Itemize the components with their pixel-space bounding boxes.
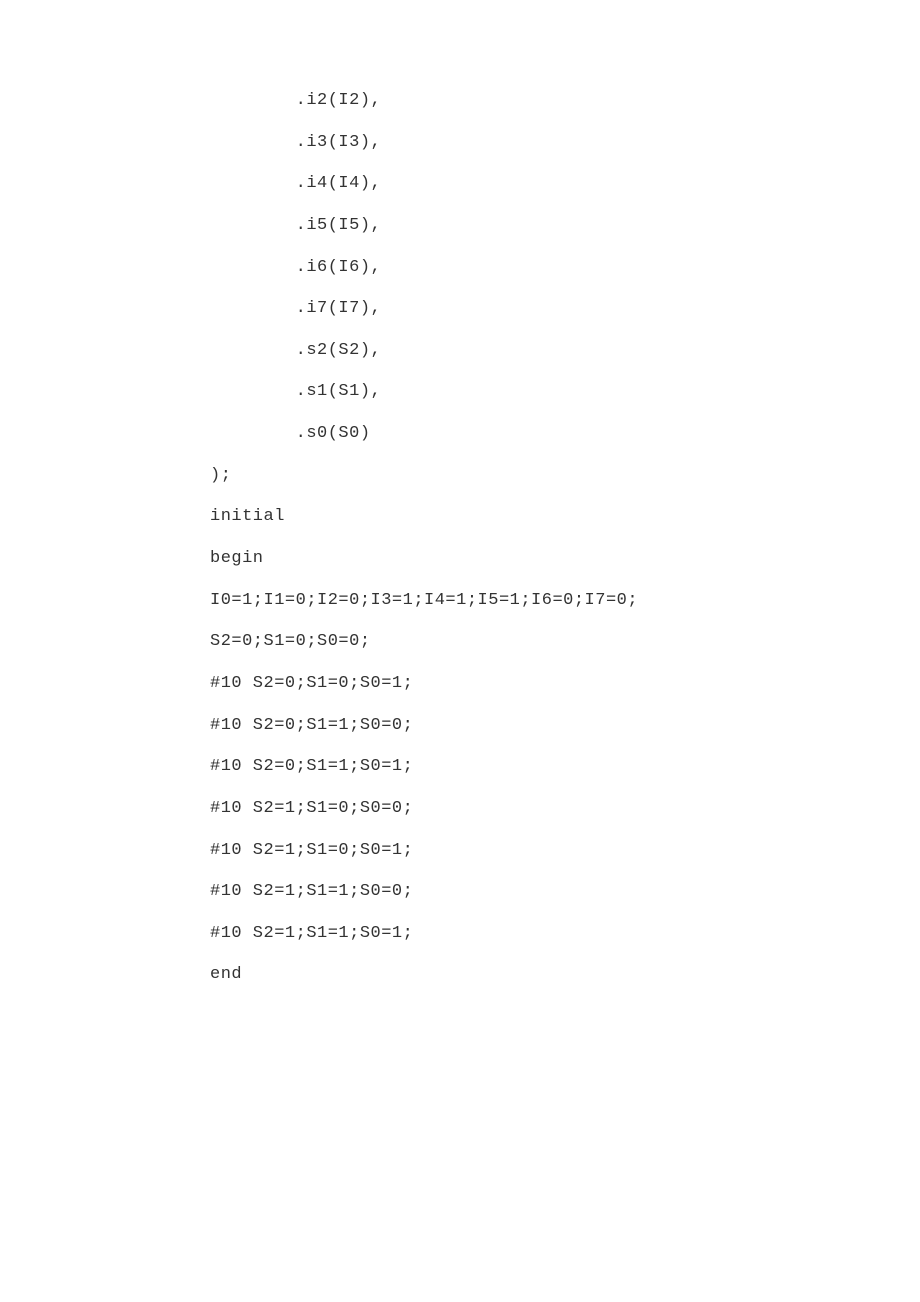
code-line: .i5(I5), xyxy=(210,205,920,247)
code-line: #10 S2=0;S1=1;S0=0; xyxy=(210,705,920,747)
code-line: .s2(S2), xyxy=(210,330,920,372)
code-line: .i2(I2), xyxy=(210,80,920,122)
code-line: .i4(I4), xyxy=(210,163,920,205)
code-line: ); xyxy=(210,455,920,497)
code-line: .i3(I3), xyxy=(210,122,920,164)
code-line: initial xyxy=(210,496,920,538)
code-line: #10 S2=1;S1=1;S0=0; xyxy=(210,871,920,913)
code-document: .i2(I2), .i3(I3), .i4(I4), .i5(I5), .i6(… xyxy=(0,0,920,996)
code-line: .s0(S0) xyxy=(210,413,920,455)
code-line: begin xyxy=(210,538,920,580)
code-line: #10 S2=1;S1=0;S0=0; xyxy=(210,788,920,830)
code-line: #10 S2=0;S1=1;S0=1; xyxy=(210,746,920,788)
code-line: I0=1;I1=0;I2=0;I3=1;I4=1;I5=1;I6=0;I7=0; xyxy=(210,580,920,622)
code-line: .i6(I6), xyxy=(210,247,920,289)
code-line: S2=0;S1=0;S0=0; xyxy=(210,621,920,663)
code-line: #10 S2=1;S1=1;S0=1; xyxy=(210,913,920,955)
code-line: .i7(I7), xyxy=(210,288,920,330)
code-line: end xyxy=(210,954,920,996)
code-line: .s1(S1), xyxy=(210,371,920,413)
code-line: #10 S2=1;S1=0;S0=1; xyxy=(210,830,920,872)
code-line: #10 S2=0;S1=0;S0=1; xyxy=(210,663,920,705)
